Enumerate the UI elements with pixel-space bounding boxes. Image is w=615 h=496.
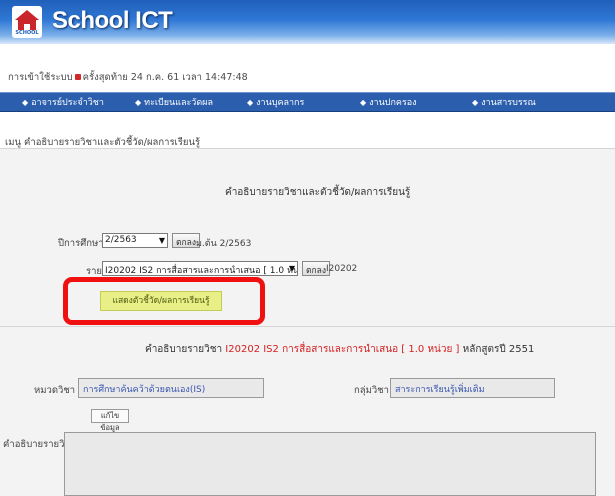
description-textarea[interactable] bbox=[64, 432, 596, 496]
nav-bullet-icon: ◆ bbox=[472, 98, 479, 107]
form-title: คำอธิบายรายวิชาและตัวชี้วัด/ผลการเรียนรู… bbox=[225, 187, 411, 198]
nav-item-registration[interactable]: ◆ ทะเบียนและวัดผล bbox=[135, 95, 213, 109]
edit-data-button[interactable]: แก้ไขข้อมูล bbox=[91, 409, 129, 432]
group-label: กลุ่มวิชา : bbox=[354, 385, 396, 396]
subject-code: I20202 bbox=[326, 264, 358, 274]
nav-item-teacher[interactable]: ◆ อาจารย์ประจำวิชา bbox=[22, 95, 104, 109]
app-header: SCHOOL School ICT bbox=[0, 0, 615, 44]
chevron-down-icon: ▼ bbox=[288, 264, 295, 273]
group-field: สาระการเรียนรู้เพิ่มเติม bbox=[390, 378, 555, 398]
highlight-box bbox=[63, 277, 265, 325]
nav-item-discipline[interactable]: ◆ งานปกครอง bbox=[360, 95, 417, 109]
year-select-value: 2/2563 bbox=[105, 235, 137, 245]
login-suffix: ครั้งสุดท้าย 24 ก.ค. 61 เวลา 14:47:48 bbox=[82, 72, 248, 83]
app-title: School ICT bbox=[52, 7, 173, 34]
year-select[interactable]: 2/2563 ▼ bbox=[102, 233, 168, 248]
category-field: การศึกษาค้นคว้าด้วยตนเอง(IS) bbox=[78, 378, 264, 398]
chevron-down-icon: ▼ bbox=[158, 236, 165, 245]
nav-bullet-icon: ◆ bbox=[22, 98, 29, 107]
nav-item-personnel[interactable]: ◆ งานบุคลากร bbox=[247, 95, 304, 109]
main-nav: ◆ อาจารย์ประจำวิชา ◆ ทะเบียนและวัดผล ◆ งานบ… bbox=[0, 92, 615, 112]
school-logo-icon: SCHOOL bbox=[12, 6, 42, 38]
course-name: I20202 IS2 การสื่อสารและการนำเสนอ [ 1.0 … bbox=[225, 344, 460, 355]
course-heading-label: คำอธิบายรายวิชา bbox=[145, 344, 223, 355]
level-text: ม.ต้น 2/2563 bbox=[196, 239, 252, 249]
nav-bullet-icon: ◆ bbox=[135, 98, 142, 107]
subject-select[interactable]: I20202 IS2 การสื่อสารและการนำเสนอ [ 1.0 … bbox=[102, 261, 298, 276]
status-dot-icon bbox=[74, 74, 81, 80]
nav-bullet-icon: ◆ bbox=[247, 98, 254, 107]
course-curriculum: หลักสูตรปี 2551 bbox=[462, 344, 535, 355]
nav-bullet-icon: ◆ bbox=[360, 98, 367, 107]
logo-text: SCHOOL bbox=[15, 30, 39, 36]
category-label: หมวดวิชา : bbox=[34, 385, 82, 396]
login-info: การเข้าใช้ระบบ ครั้งสุดท้าย 24 ก.ค. 61 เว… bbox=[8, 70, 248, 85]
course-heading: คำอธิบายรายวิชา I20202 IS2 การสื่อสารและ… bbox=[145, 342, 534, 357]
menu-path: เมนู คำอธิบายรายวิชาและตัวชี้วัด/ผลการเร… bbox=[5, 137, 201, 148]
breadcrumb: เมนู คำอธิบายรายวิชาและตัวชี้วัด/ผลการเร… bbox=[0, 112, 615, 149]
nav-item-documents[interactable]: ◆ งานสารบรรณ bbox=[472, 95, 536, 109]
login-prefix: การเข้าใช้ระบบ bbox=[8, 72, 73, 83]
subject-select-value: I20202 IS2 การสื่อสารและการนำเสนอ [ 1.0 … bbox=[105, 266, 298, 276]
divider bbox=[0, 326, 615, 327]
